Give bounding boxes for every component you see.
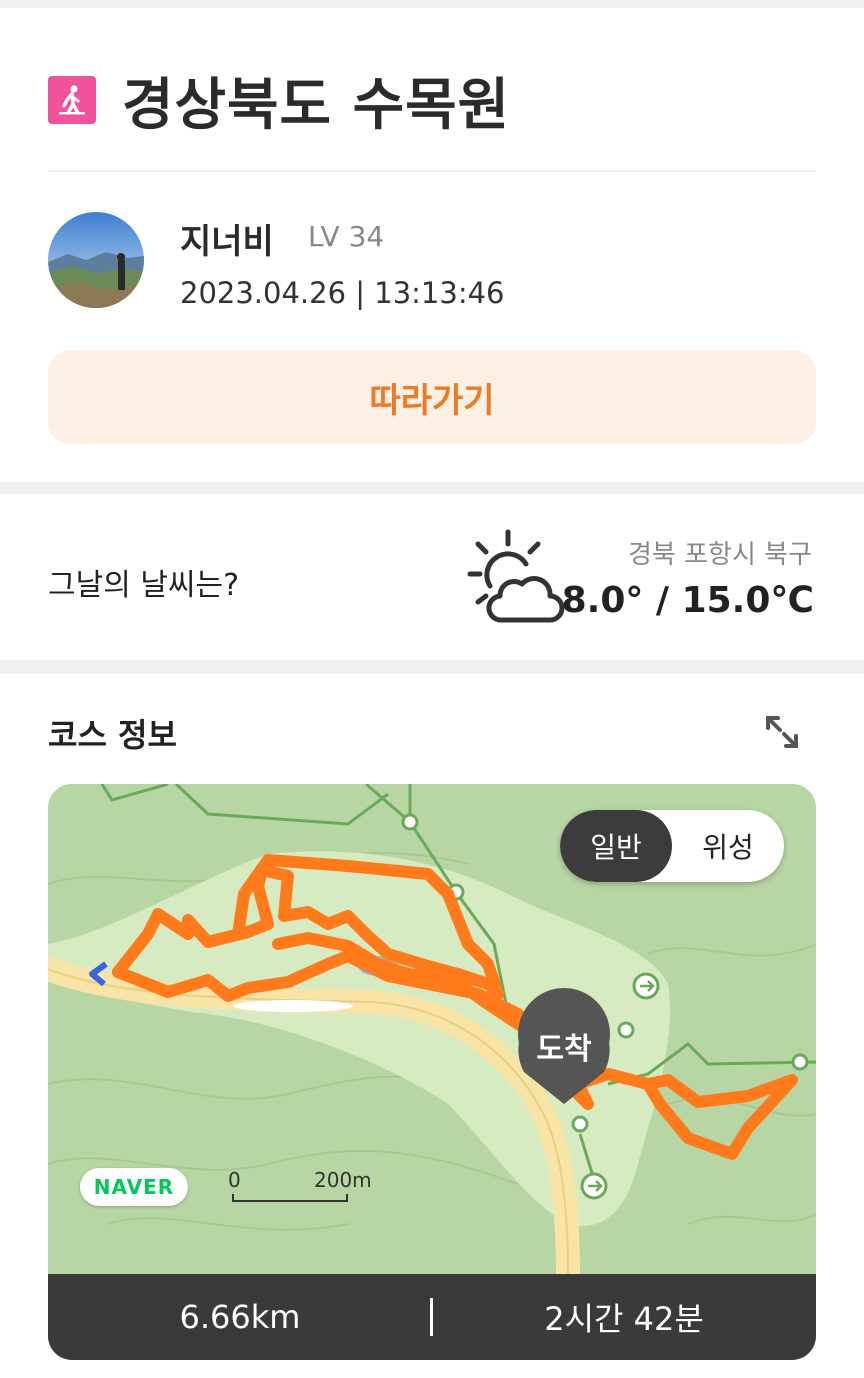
divider — [48, 170, 816, 172]
stats-divider — [430, 1298, 433, 1336]
weather-question: 그날의 날씨는? — [48, 568, 240, 603]
map-type-toggle: 일반 위성 — [560, 810, 784, 882]
follow-button[interactable]: 따라가기 — [48, 350, 816, 444]
activity-header-card: 경상북도 수목원 지너비 LV 34 2023.04.26 | 13:13:46… — [0, 8, 864, 482]
weather-card: 그날의 날씨는? 경북 포항시 북구 8.0° / 15.0℃ — [0, 494, 864, 660]
walking-person-icon — [48, 76, 96, 124]
course-card: 코스 정보 도착 일반 위성 NAVER 0 200m 6.66km 2시간 4… — [0, 674, 864, 1378]
arrival-marker-label: 도착 — [536, 1032, 592, 1067]
page-title: 경상북도 수목원 — [122, 72, 511, 138]
toggle-general[interactable]: 일반 — [560, 810, 672, 882]
partly-cloudy-icon — [466, 528, 566, 632]
duration-stat: 2시간 42분 — [544, 1300, 704, 1338]
naver-logo[interactable]: NAVER — [80, 1168, 188, 1206]
route-map[interactable]: 도착 일반 위성 NAVER 0 200m — [48, 784, 816, 1274]
title-row: 경상북도 수목원 — [48, 60, 510, 140]
scale-bar — [232, 1194, 348, 1202]
weather-location: 경북 포항시 북구 — [628, 540, 812, 570]
scale-zero-label: 0 — [228, 1168, 241, 1192]
expand-arrows-icon[interactable] — [756, 706, 808, 762]
user-level: LV 34 — [308, 220, 385, 253]
avatar[interactable] — [48, 212, 144, 308]
section-title: 코스 정보 — [48, 716, 177, 754]
weather-temperature: 8.0° / 15.0℃ — [561, 580, 814, 621]
toggle-satellite[interactable]: 위성 — [672, 810, 784, 882]
course-stats-bar: 6.66km 2시간 42분 — [48, 1274, 816, 1360]
distance-stat: 6.66km — [179, 1298, 301, 1336]
scale-label: 200m — [314, 1168, 372, 1192]
user-name: 지너비 — [180, 222, 274, 262]
activity-datetime: 2023.04.26 | 13:13:46 — [180, 276, 505, 310]
